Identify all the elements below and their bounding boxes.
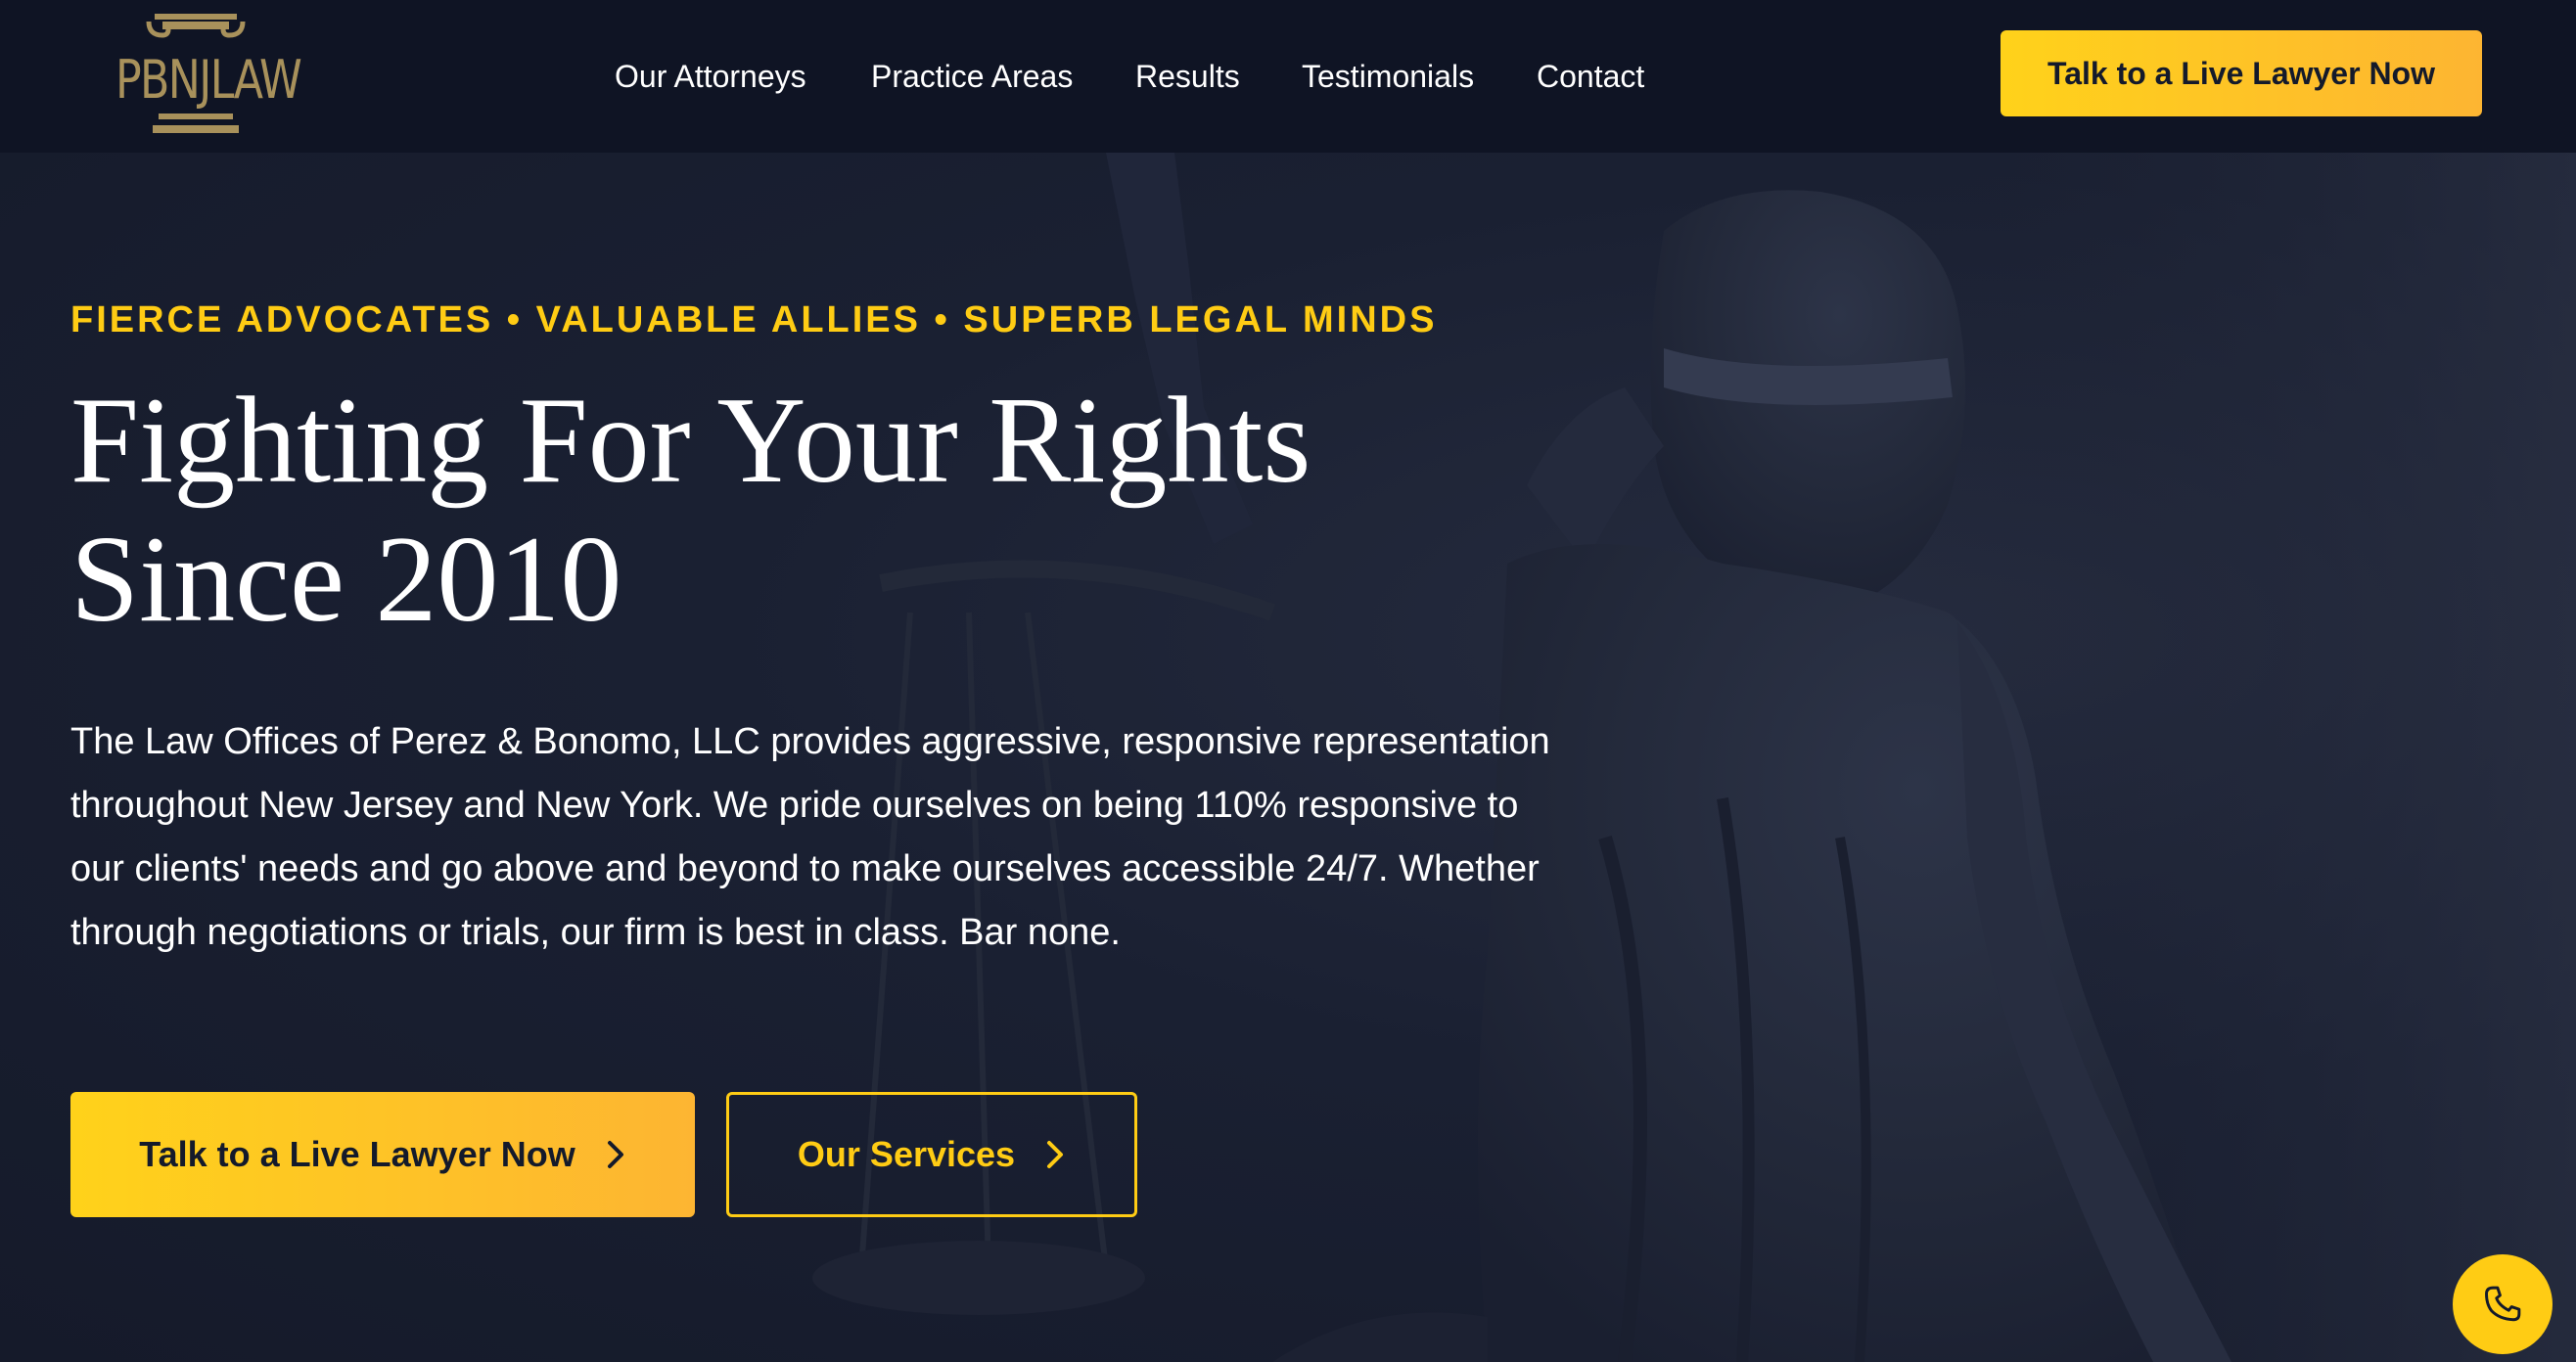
phone-icon <box>2485 1286 2521 1322</box>
chevron-right-icon <box>607 1141 623 1168</box>
our-services-button-label: Our Services <box>797 1134 1016 1174</box>
chevron-right-icon <box>1047 1141 1064 1168</box>
logo-text: PBNJLAW <box>115 49 302 111</box>
nav-practice-areas[interactable]: Practice Areas <box>871 49 1073 104</box>
site-logo[interactable]: PBNJLAW <box>98 8 302 141</box>
talk-to-lawyer-button-label: Talk to a Live Lawyer Now <box>139 1134 575 1174</box>
hero-headline: Fighting For Your Rights Since 2010 <box>70 372 1539 650</box>
hero-headline-line-2: Since 2010 <box>70 512 622 648</box>
talk-to-lawyer-button[interactable]: Talk to a Live Lawyer Now <box>70 1092 695 1217</box>
site-header: PBNJLAW Our Attorneys Practice Areas Res… <box>0 0 2576 153</box>
hero-tagline: FIERCE ADVOCATES • VALUABLE ALLIES • SUP… <box>70 299 1438 340</box>
hero-headline-line-1: Fighting For Your Rights <box>70 373 1311 509</box>
nav-results[interactable]: Results <box>1135 49 1240 104</box>
our-services-button[interactable]: Our Services <box>726 1092 1137 1217</box>
page: PBNJLAW Our Attorneys Practice Areas Res… <box>0 0 2576 1362</box>
hero-description: The Law Offices of Perez & Bonomo, LLC p… <box>70 721 1550 953</box>
nav-our-attorneys[interactable]: Our Attorneys <box>615 49 806 104</box>
hero-section: FIERCE ADVOCATES • VALUABLE ALLIES • SUP… <box>0 153 2576 1362</box>
nav-contact[interactable]: Contact <box>1537 49 1644 104</box>
nav-testimonials[interactable]: Testimonials <box>1302 49 1474 104</box>
call-button[interactable] <box>2453 1254 2553 1354</box>
header-talk-to-lawyer-button[interactable]: Talk to a Live Lawyer Now <box>2001 30 2482 116</box>
